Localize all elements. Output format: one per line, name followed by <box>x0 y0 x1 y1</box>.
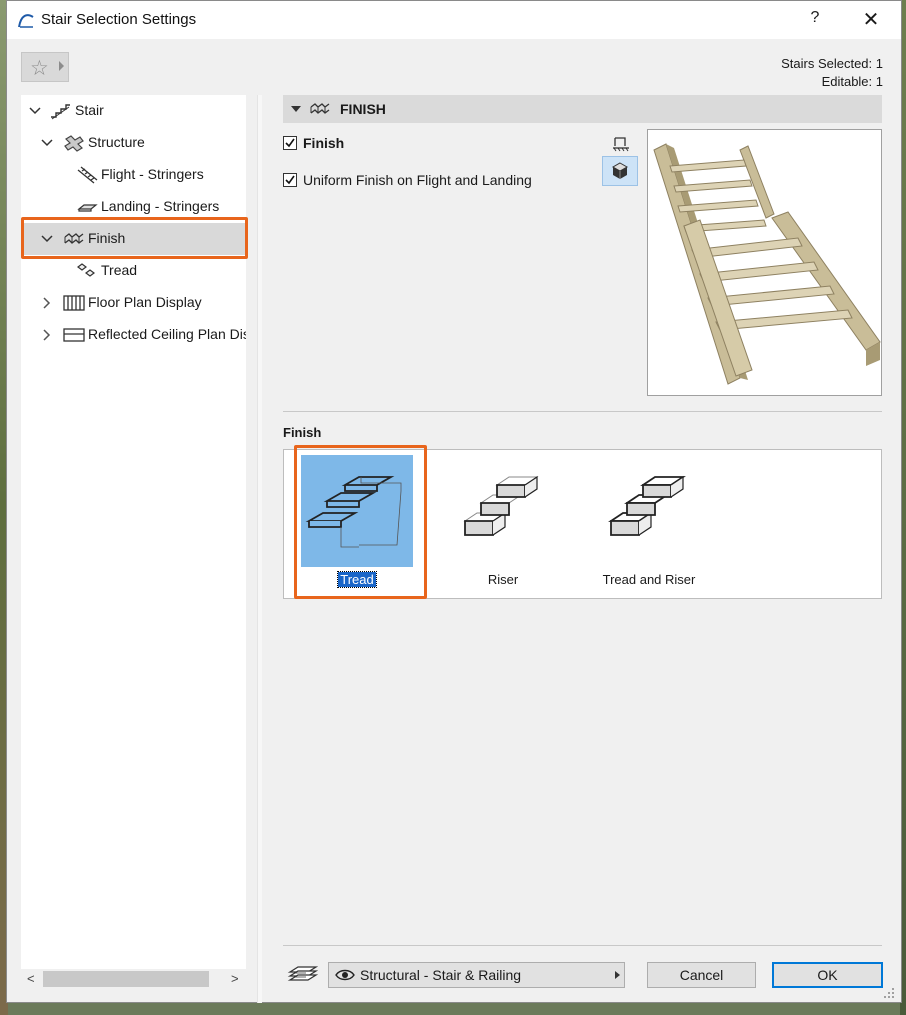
help-button[interactable]: ? <box>797 9 833 31</box>
uniform-finish-label: Uniform Finish on Flight and Landing <box>303 172 532 188</box>
favorites-button[interactable]: ☆ <box>21 52 69 82</box>
chevron-right-icon[interactable] <box>41 329 53 341</box>
finish-checkbox-label: Finish <box>303 135 345 151</box>
finish-checkbox[interactable] <box>283 136 297 150</box>
finish-checkbox-row[interactable]: Finish <box>283 135 403 155</box>
checkmark-icon <box>285 175 295 185</box>
editable-count: Editable: 1 <box>821 74 883 87</box>
tree-item-label: Structure <box>88 134 145 150</box>
stair-3d-preview <box>647 129 882 396</box>
layer-dropdown[interactable]: Structural - Stair & Railing <box>328 962 625 988</box>
landing-stringers-icon <box>77 204 98 212</box>
stair-icon <box>51 104 70 120</box>
collapse-triangle-icon[interactable] <box>291 106 301 112</box>
riser-option-label: Riser <box>487 572 519 587</box>
uniform-finish-checkbox[interactable] <box>283 173 297 187</box>
tread-and-riser-thumbnail <box>593 455 705 567</box>
finish-section-header[interactable]: FINISH <box>283 95 882 123</box>
layers-icon <box>287 966 318 981</box>
tread-and-riser-stairs-icon <box>608 475 686 536</box>
layer-dropdown-value: Structural - Stair & Railing <box>360 967 522 983</box>
stairs-selected-count: Stairs Selected: 1 <box>781 56 883 71</box>
panel-splitter[interactable] <box>257 95 262 1003</box>
tree-item-label: Stair <box>75 102 104 118</box>
uniform-finish-checkbox-row[interactable]: Uniform Finish on Flight and Landing <box>283 172 583 192</box>
scroll-right-icon[interactable]: > <box>231 971 239 986</box>
finish-icon <box>310 103 330 114</box>
scroll-left-icon[interactable]: < <box>27 971 35 986</box>
dropdown-arrow-icon <box>615 971 620 979</box>
plan-view-icon[interactable] <box>611 135 631 153</box>
finish-option-riser[interactable]: Riser <box>440 450 570 598</box>
finish-group-label: Finish <box>283 425 322 440</box>
cancel-button[interactable]: Cancel <box>647 962 756 988</box>
ceiling-plan-icon <box>63 328 85 342</box>
checkmark-icon <box>285 138 295 148</box>
tree-item-floor-plan-display[interactable]: Floor Plan Display <box>21 287 246 319</box>
3d-view-button[interactable] <box>602 156 638 186</box>
chevron-down-icon[interactable] <box>41 137 53 149</box>
tree-item-flight-stringers[interactable]: Flight - Stringers <box>21 159 246 191</box>
finish-highlight-frame <box>21 217 248 259</box>
section-title: FINISH <box>340 101 386 117</box>
tree-item-stair[interactable]: Stair <box>21 95 246 127</box>
tree-item-label: Reflected Ceiling Plan Display <box>88 326 246 342</box>
tree-item-structure[interactable]: Structure <box>21 127 246 159</box>
tree-item-label: Flight - Stringers <box>101 166 204 182</box>
tree-item-label: Floor Plan Display <box>88 294 202 310</box>
finish-option-tread-and-riser[interactable]: Tread and Riser <box>586 450 716 598</box>
cube-3d-icon <box>611 162 629 179</box>
tree-item-tread[interactable]: Tread <box>21 255 246 287</box>
tread-icon <box>77 263 95 277</box>
tread-option-highlight-frame <box>294 445 427 599</box>
flight-stringers-icon <box>77 166 98 184</box>
floor-plan-icon <box>63 295 85 311</box>
title-bar: Stair Selection Settings ? ✕ <box>7 1 901 39</box>
stair-preview-image <box>653 143 881 385</box>
footer-divider <box>283 945 882 946</box>
section-divider <box>283 411 882 412</box>
window-title: Stair Selection Settings <box>41 11 197 28</box>
dialog-window: Stair Selection Settings ? ✕ ☆ Stairs Se… <box>6 0 902 1003</box>
tree-item-label: Landing - Stringers <box>101 198 220 214</box>
riser-thumbnail <box>447 455 559 567</box>
favorites-arrow-icon <box>59 61 64 71</box>
selection-info: Stairs Selected: 1 Editable: 1 <box>781 55 883 87</box>
tree-item-reflected-ceiling-plan-display[interactable]: Reflected Ceiling Plan Display <box>21 319 246 351</box>
chevron-right-icon[interactable] <box>41 297 53 309</box>
star-icon: ☆ <box>30 57 49 80</box>
resize-grip-icon[interactable] <box>883 987 895 999</box>
eye-icon <box>335 969 355 981</box>
chevron-down-icon[interactable] <box>29 105 41 117</box>
scroll-thumb[interactable] <box>43 971 209 987</box>
tree-item-label: Tread <box>101 262 138 278</box>
tread-and-riser-option-label: Tread and Riser <box>602 572 696 587</box>
ok-button[interactable]: OK <box>772 962 883 988</box>
tree-horizontal-scrollbar[interactable]: < > <box>21 969 246 989</box>
structure-icon <box>64 135 84 152</box>
close-button[interactable]: ✕ <box>853 7 889 33</box>
archicad-logo-icon <box>18 14 34 28</box>
riser-stairs-icon <box>463 475 539 536</box>
